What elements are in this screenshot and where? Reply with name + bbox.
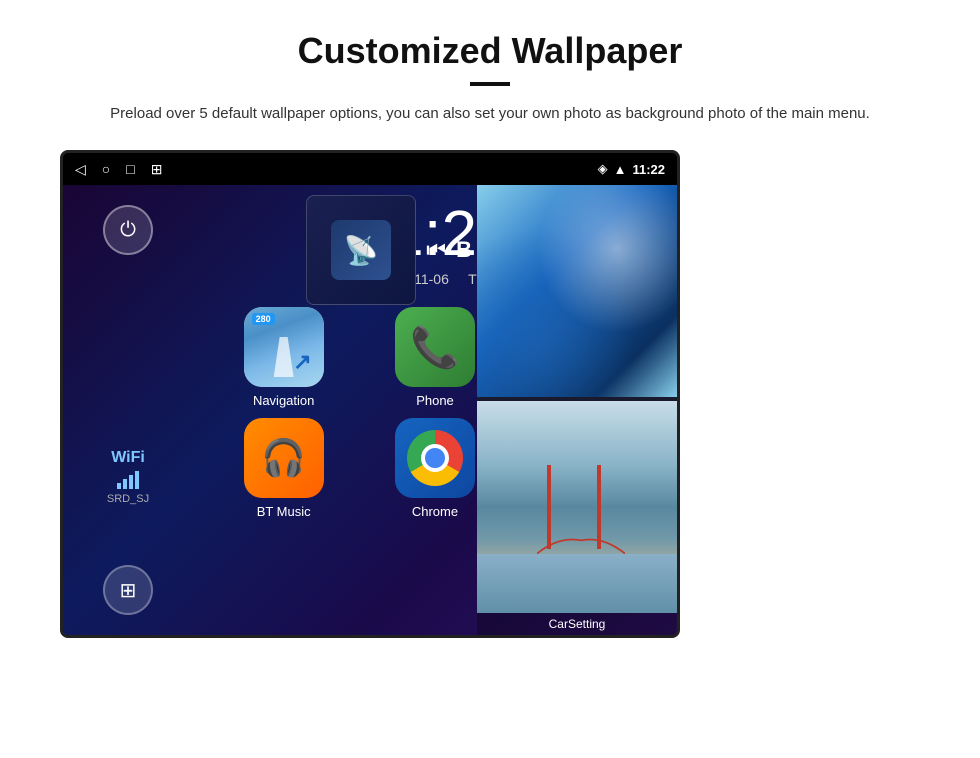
- wifi-bar-2: [123, 479, 127, 489]
- wifi-info: WiFi SRD_SJ: [107, 449, 149, 505]
- media-app-icon: 📡: [331, 220, 391, 280]
- wallpaper-bridge[interactable]: [477, 401, 677, 613]
- title-divider: [470, 82, 510, 86]
- bt-music-icon: 🎧: [244, 418, 324, 498]
- nav-arrow: ↗: [293, 349, 311, 375]
- bridge-cables-svg: [537, 536, 625, 554]
- status-time: 11:22: [632, 162, 665, 177]
- wifi-bar-1: [117, 483, 121, 489]
- android-device: ◁ ○ □ ⊞ ◈ ▲ 11:22 ⏻ WiFi: [60, 150, 680, 638]
- chrome-inner-circle: [421, 444, 449, 472]
- nav-inner: 280 ↗: [244, 307, 324, 387]
- track-label: B: [456, 237, 472, 263]
- main-content: ◁ ○ □ ⊞ ◈ ▲ 11:22 ⏻ WiFi: [60, 150, 920, 638]
- phone-icon: 📞: [395, 307, 475, 387]
- app-bt-music-label: BT Music: [257, 504, 311, 519]
- app-navigation-label: Navigation: [253, 393, 314, 408]
- media-widget: 📡: [306, 195, 416, 305]
- location-icon: ◈: [598, 161, 608, 177]
- page-description: Preload over 5 default wallpaper options…: [90, 102, 890, 126]
- wifi-bar-3: [129, 475, 133, 489]
- power-button[interactable]: ⏻: [103, 205, 153, 255]
- status-bar-left: ◁ ○ □ ⊞: [75, 161, 162, 178]
- nav-badge: 280: [252, 313, 275, 325]
- app-phone-label: Phone: [416, 393, 454, 408]
- navigation-icon: 280 ↗: [244, 307, 324, 387]
- android-screen: ⏻ WiFi SRD_SJ ⊞: [63, 185, 677, 635]
- app-chrome-label: Chrome: [412, 504, 458, 519]
- page-title: Customized Wallpaper: [60, 30, 920, 72]
- nav-road: [274, 337, 294, 377]
- signal-icon: ▲: [614, 162, 627, 177]
- status-bar: ◁ ○ □ ⊞ ◈ ▲ 11:22: [63, 153, 677, 185]
- device-wallpapers: CarSetting: [477, 185, 677, 635]
- wifi-bar-4: [135, 471, 139, 489]
- status-bar-right: ◈ ▲ 11:22: [598, 161, 665, 177]
- screenshot-icon[interactable]: ⊞: [151, 161, 163, 178]
- media-controls-area: 📡 ⏮ B: [306, 195, 472, 305]
- page-container: Customized Wallpaper Preload over 5 defa…: [0, 0, 980, 658]
- chrome-icon: [395, 418, 475, 498]
- back-icon[interactable]: ◁: [75, 161, 86, 178]
- app-bt-music[interactable]: 🎧 BT Music: [213, 418, 354, 519]
- wifi-signal: [107, 471, 149, 489]
- wifi-label: WiFi: [107, 449, 149, 467]
- home-icon[interactable]: ○: [102, 161, 110, 177]
- left-sidebar: ⏻ WiFi SRD_SJ ⊞: [63, 185, 193, 635]
- prev-track-icon[interactable]: ⏮: [426, 237, 446, 263]
- recent-icon[interactable]: □: [126, 161, 134, 177]
- water-reflection: [477, 554, 677, 613]
- chrome-circle: [407, 430, 463, 486]
- wallpaper-ice-cave[interactable]: [477, 185, 677, 397]
- carsetting-label: CarSetting: [477, 613, 677, 635]
- apps-grid-button[interactable]: ⊞: [103, 565, 153, 615]
- wifi-ssid: SRD_SJ: [107, 493, 149, 505]
- app-navigation[interactable]: 280 ↗ Navigation: [213, 307, 354, 408]
